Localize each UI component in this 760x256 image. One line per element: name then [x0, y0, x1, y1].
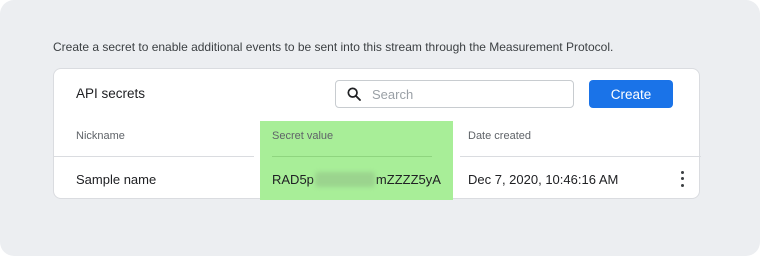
column-header-date-created: Date created	[468, 130, 531, 142]
secret-prefix: RAD5p	[272, 172, 314, 187]
header-divider	[54, 156, 254, 157]
cell-secret-value[interactable]: RAD5p mZZZZ5yA	[272, 172, 441, 187]
cell-date-created: Dec 7, 2020, 10:46:16 AM	[468, 172, 619, 187]
column-header-nickname: Nickname	[76, 130, 125, 142]
create-button[interactable]: Create	[589, 80, 673, 108]
intro-text: Create a secret to enable additional eve…	[53, 40, 614, 54]
cell-nickname[interactable]: Sample name	[76, 172, 156, 187]
search-icon	[347, 87, 361, 101]
secret-suffix: mZZZZ5yA	[375, 172, 441, 187]
card-title: API secrets	[76, 86, 146, 101]
search-input[interactable]	[372, 86, 552, 102]
more-vert-icon[interactable]	[674, 169, 690, 189]
api-secrets-card: API secrets Create Nickname Secret value…	[53, 68, 701, 200]
header-divider	[460, 156, 701, 157]
header-divider	[272, 156, 432, 157]
screenshot-frame: Create a secret to enable additional eve…	[0, 0, 760, 256]
search-box[interactable]	[335, 80, 574, 108]
column-header-secret-value: Secret value	[272, 130, 334, 142]
secret-redaction	[314, 172, 375, 187]
